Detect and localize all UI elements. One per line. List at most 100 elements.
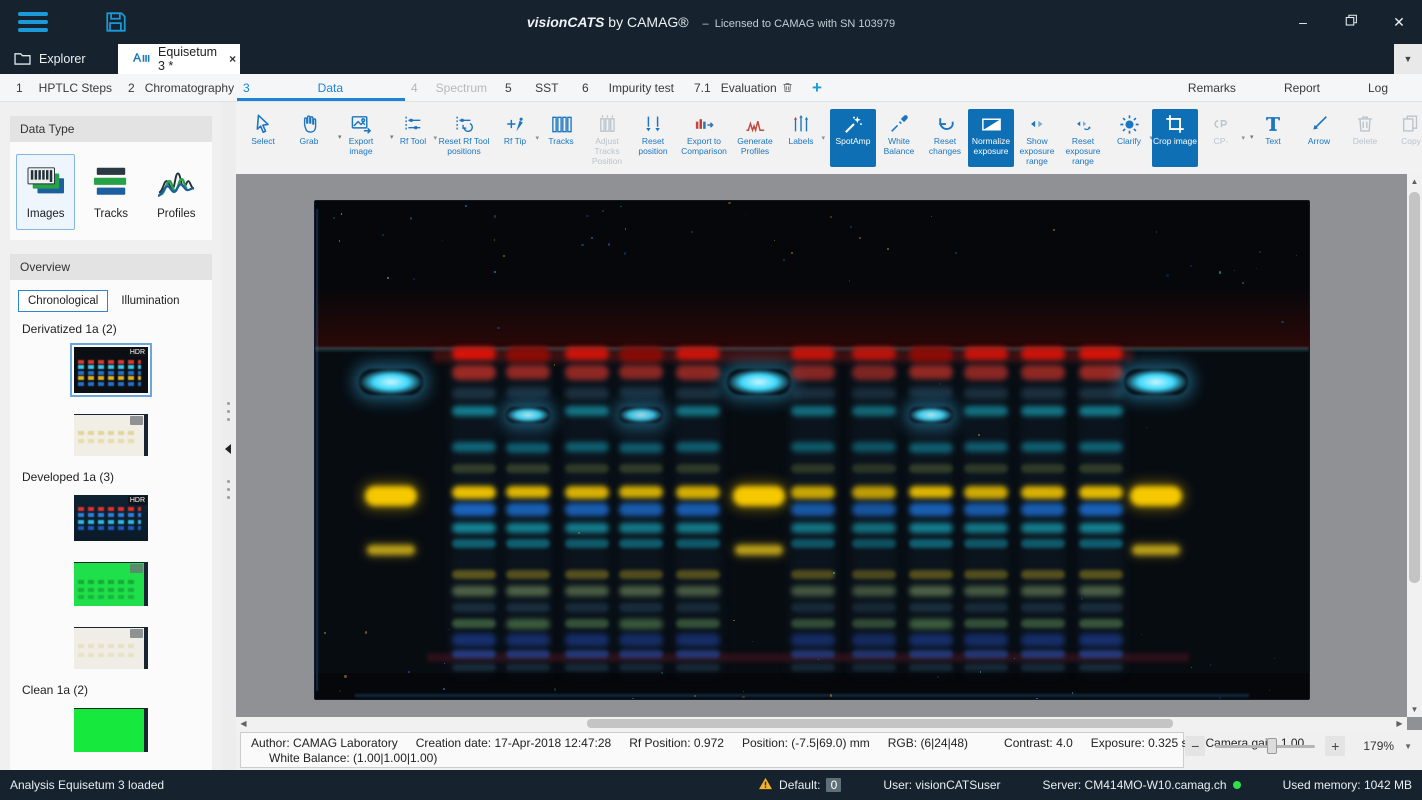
data-type-images[interactable]: Images <box>16 154 75 230</box>
image-toolbar: SelectGrabExport imageRf Tool▾Reset Rf T… <box>236 102 1422 174</box>
scroll-left-icon[interactable]: ◀ <box>236 717 251 730</box>
plate-band <box>676 365 720 380</box>
plate-band <box>565 406 609 416</box>
thumbnail-dark-derivatized[interactable]: HDR <box>74 347 148 393</box>
restore-button[interactable] <box>1342 13 1360 31</box>
scroll-up-icon[interactable]: ▲ <box>1407 174 1422 189</box>
scroll-down-icon[interactable]: ▼ <box>1407 702 1422 717</box>
horizontal-scroll-thumb[interactable] <box>587 719 1173 728</box>
step-tab-hptlc-steps[interactable]: 1HPTLC Steps <box>10 74 122 101</box>
step-number: 7.1 <box>694 81 711 95</box>
toolbar-button-label: White Balance <box>877 137 921 157</box>
reset-position-button[interactable]: Reset position <box>630 109 676 167</box>
tracks-button[interactable]: Tracks <box>538 109 584 167</box>
window-title: visionCATS by CAMAG® – Licensed to CAMAG… <box>0 14 1422 30</box>
zoom-slider-thumb[interactable] <box>1267 738 1277 754</box>
step-link-log[interactable]: Log <box>1368 81 1388 95</box>
plate-band <box>964 586 1008 596</box>
text-button[interactable]: Text <box>1250 109 1296 167</box>
reset-changes-button[interactable]: Reset changes <box>922 109 968 167</box>
export-to-comparison-button[interactable]: Export to Comparison <box>676 109 732 167</box>
save-icon[interactable] <box>104 10 128 34</box>
clarify-button[interactable]: Clarify▾ <box>1106 109 1152 167</box>
horizontal-scrollbar[interactable]: ◀ ▶ <box>236 717 1407 730</box>
data-type-profiles[interactable]: Profiles <box>147 154 206 230</box>
export-image-button[interactable]: Export image <box>338 109 384 167</box>
plate-band <box>1021 570 1065 579</box>
plate-band <box>619 664 663 671</box>
plate-band <box>791 603 835 612</box>
plate-band <box>676 442 720 452</box>
step-tab-data[interactable]: 3Data <box>237 74 405 101</box>
generate-profiles-button[interactable]: Generate Profiles <box>732 109 778 167</box>
overview-tab-illumination[interactable]: Illumination <box>112 291 188 311</box>
add-step-button[interactable]: + <box>800 74 834 101</box>
vertical-scrollbar[interactable]: ▲ ▼ <box>1407 174 1422 717</box>
scroll-right-icon[interactable]: ▶ <box>1392 717 1407 730</box>
plate-band <box>676 634 720 646</box>
spotamp-button[interactable]: SpotAmp <box>830 109 876 167</box>
plate-band <box>452 486 496 499</box>
step-tab-impurity-test[interactable]: 6Impurity test <box>576 74 688 101</box>
crop-image-button[interactable]: Crop image <box>1152 109 1198 167</box>
delete-step-icon[interactable] <box>781 81 794 94</box>
thumbnail-white-deriv[interactable] <box>74 414 148 456</box>
plate-band <box>619 603 663 612</box>
close-button[interactable]: ✕ <box>1390 14 1408 31</box>
grab-button[interactable]: Grab <box>286 109 332 167</box>
vertical-scroll-thumb[interactable] <box>1409 192 1420 583</box>
plate-band <box>1021 539 1065 548</box>
step-link-remarks[interactable]: Remarks <box>1188 81 1236 95</box>
close-tab-icon[interactable]: × <box>229 52 236 66</box>
thumbnail-green-solid[interactable] <box>74 708 148 752</box>
white-balance-button[interactable]: White Balance <box>876 109 922 167</box>
zoom-dropdown-icon[interactable]: ▼ <box>1404 742 1412 751</box>
dropdown-caret-icon[interactable]: ▾ <box>821 135 825 143</box>
tab-analysis-equisetum[interactable]: Equisetum 3 * × <box>118 44 240 74</box>
data-type-tracks[interactable]: Tracks <box>81 154 140 230</box>
plate-band <box>964 486 1008 499</box>
plate-band <box>676 388 720 399</box>
plate-band <box>964 650 1008 658</box>
step-tab-sst[interactable]: 5SST <box>499 74 576 101</box>
clarify-icon <box>1118 111 1141 137</box>
tab-explorer[interactable]: Explorer <box>0 44 118 74</box>
step-tab-evaluation[interactable]: 7.1Evaluation <box>688 74 800 101</box>
tab-overflow-dropdown[interactable]: ▼ <box>1394 44 1422 74</box>
step-tab-chromatography[interactable]: 2Chromatography <box>122 74 237 101</box>
labels-button[interactable]: Labels▾ <box>778 109 824 167</box>
document-tab-bar: Explorer Equisetum 3 * × ▼ <box>0 44 1422 74</box>
thumbnail-green-bands[interactable] <box>74 562 148 606</box>
export-comparison-icon <box>693 111 716 137</box>
rf-tip-button[interactable]: Rf Tip▾ <box>492 109 538 167</box>
zoom-out-button[interactable]: − <box>1185 736 1205 756</box>
arrow-button[interactable]: Arrow <box>1296 109 1342 167</box>
overview-tab-chronological[interactable]: Chronological <box>18 290 108 312</box>
plate-band <box>365 486 417 506</box>
plate-band <box>506 347 550 362</box>
sidebar-splitter[interactable] <box>222 102 236 770</box>
plate-band <box>506 407 550 423</box>
collapse-sidebar-icon[interactable] <box>225 444 231 454</box>
plate-image[interactable] <box>314 200 1310 700</box>
rf-tool-button[interactable]: Rf Tool▾ <box>390 109 436 167</box>
show-exposure-range-button[interactable]: Show exposure range <box>1014 109 1060 167</box>
default-count-badge[interactable]: 0 <box>826 778 841 792</box>
plate-band <box>676 664 720 671</box>
normalize-exposure-button[interactable]: Normalize exposure <box>968 109 1014 167</box>
minimize-button[interactable]: – <box>1294 14 1312 30</box>
thumbnail-dark-developed[interactable]: HDR <box>74 495 148 541</box>
main-menu-icon[interactable] <box>18 12 48 32</box>
zoom-slider[interactable] <box>1215 745 1315 748</box>
dropdown-caret-icon[interactable]: ▾ <box>1241 135 1245 143</box>
reset-rf-tool-positions-button[interactable]: Reset Rf Tool positions <box>436 109 492 167</box>
plate-band <box>367 545 415 555</box>
select-button[interactable]: Select <box>240 109 286 167</box>
info-item: Contrast: 4.0 <box>1004 736 1073 750</box>
overview-group-label: Developed 1a (3) <box>22 470 212 484</box>
reset-exposure-range-button[interactable]: Reset exposure range <box>1060 109 1106 167</box>
thumbnail-white-faint[interactable] <box>74 627 148 669</box>
step-link-report[interactable]: Report <box>1284 81 1320 95</box>
zoom-in-button[interactable]: + <box>1325 736 1345 756</box>
zoom-level: 179% <box>1363 739 1394 753</box>
